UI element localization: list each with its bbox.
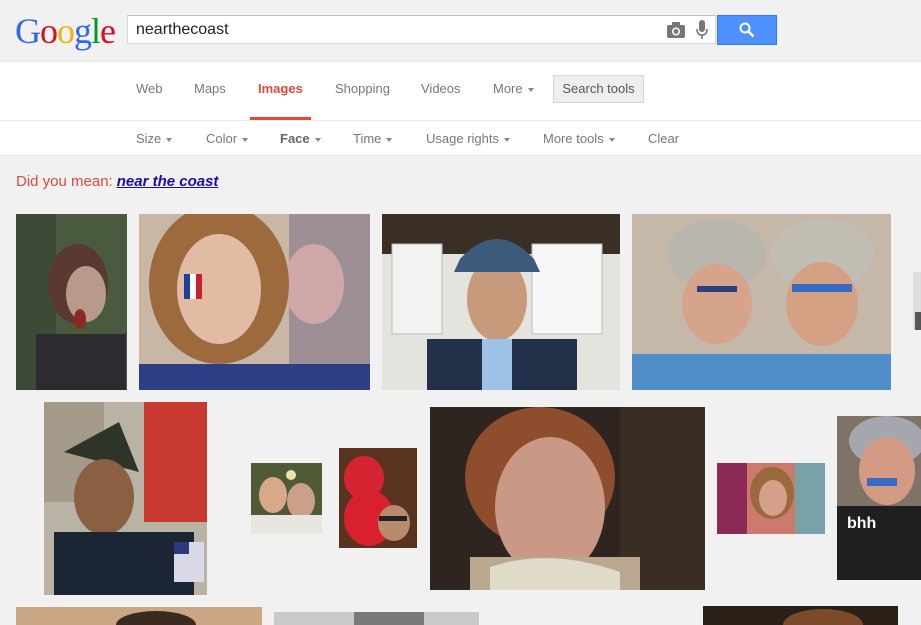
top-bar: Google (0, 0, 921, 62)
spelling-suggestion: Did you mean: near the coast (16, 173, 218, 190)
active-tab-indicator (250, 117, 311, 120)
logo-letter: o (40, 11, 58, 51)
image-thumbnail (139, 214, 370, 390)
tab-more[interactable]: More (493, 81, 534, 96)
chevron-down-icon (242, 137, 249, 142)
image-thumbnail (703, 606, 898, 625)
image-thumbnail (274, 612, 479, 625)
image-result[interactable] (139, 214, 370, 390)
image-thumbnail (382, 214, 620, 390)
tool-face[interactable]: Face (280, 131, 321, 146)
google-logo[interactable]: Google (15, 11, 116, 51)
tool-more-tools[interactable]: More tools (543, 131, 615, 146)
tool-size-label: Size (136, 131, 162, 146)
logo-letter: G (15, 11, 41, 51)
tab-more-label: More (493, 81, 523, 96)
image-thumbnail (16, 214, 127, 390)
chevron-down-icon (503, 137, 510, 142)
image-thumbnail (913, 272, 921, 330)
tab-maps[interactable]: Maps (194, 81, 226, 96)
search-tools-bar: Size Color Face Time Usage rights More t… (0, 121, 921, 156)
svg-text:bhh: bhh (847, 515, 876, 532)
chevron-down-icon (386, 137, 393, 142)
tool-face-label: Face (280, 131, 310, 146)
search-button[interactable] (717, 15, 777, 45)
tab-images[interactable]: Images (258, 81, 303, 96)
image-result[interactable] (44, 402, 207, 595)
image-result-partial[interactable] (913, 272, 921, 330)
image-result[interactable] (717, 463, 825, 534)
spelling-prefix: Did you mean: (16, 173, 113, 190)
logo-letter: e (100, 11, 116, 51)
image-thumbnail (339, 448, 417, 548)
tool-usage-rights-label: Usage rights (426, 131, 499, 146)
tool-clear[interactable]: Clear (648, 131, 679, 146)
image-thumbnail (430, 407, 705, 590)
chevron-down-icon (608, 137, 615, 142)
image-result[interactable] (274, 612, 479, 625)
image-result[interactable] (632, 214, 891, 390)
tool-time-label: Time (353, 131, 382, 146)
chevron-down-icon (527, 87, 534, 92)
image-result[interactable] (703, 606, 898, 625)
image-thumbnail (632, 214, 891, 390)
image-thumbnail (717, 463, 825, 534)
tool-usage-rights[interactable]: Usage rights (426, 131, 510, 146)
spelling-suggestion-link[interactable]: near the coast (117, 173, 219, 190)
logo-letter: o (57, 11, 75, 51)
tab-shopping[interactable]: Shopping (335, 81, 390, 96)
tab-web[interactable]: Web (136, 81, 163, 96)
tool-more-tools-label: More tools (543, 131, 604, 146)
image-result[interactable] (16, 214, 127, 390)
image-result[interactable] (430, 407, 705, 590)
logo-letter: l (91, 11, 101, 51)
image-result[interactable] (251, 463, 322, 534)
image-thumbnail: bhh (837, 416, 921, 580)
image-result[interactable] (16, 607, 262, 625)
image-result[interactable] (339, 448, 417, 548)
chevron-down-icon (314, 137, 321, 142)
tool-size[interactable]: Size (136, 131, 173, 146)
search-type-nav: Web Maps Images Shopping Videos More Sea… (0, 62, 921, 121)
tool-color[interactable]: Color (206, 131, 249, 146)
chevron-down-icon (166, 137, 173, 142)
microphone-icon[interactable] (696, 20, 708, 40)
camera-icon[interactable] (667, 22, 685, 38)
search-icon (739, 22, 755, 38)
tool-color-label: Color (206, 131, 238, 146)
tab-videos[interactable]: Videos (421, 81, 461, 96)
image-thumbnail (251, 463, 322, 534)
search-box (127, 15, 716, 44)
logo-letter: g (74, 11, 92, 51)
search-tools-button[interactable]: Search tools (553, 75, 644, 103)
tool-time[interactable]: Time (353, 131, 393, 146)
image-thumbnail (16, 607, 262, 625)
search-input[interactable] (136, 20, 656, 40)
image-result[interactable] (382, 214, 620, 390)
image-thumbnail (44, 402, 207, 595)
image-result[interactable]: bhh (837, 416, 921, 580)
